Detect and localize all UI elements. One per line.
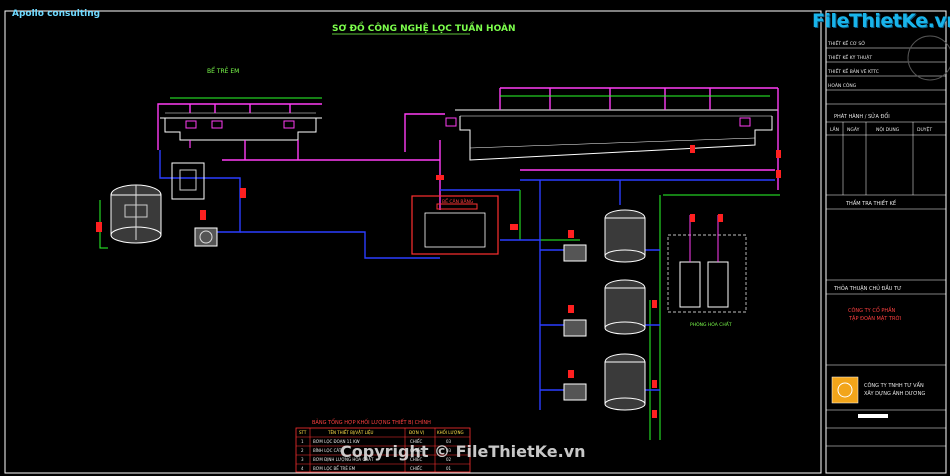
diagram-svg: Apollo consulting SƠ ĐỒ CÔNG NGHỆ LỌC TU… (4, 9, 950, 474)
brand-logo: FileThietKe.vn (812, 8, 950, 40)
tb-row-4: HOÀN CÔNG (828, 82, 857, 89)
tb-row-3: THIẾT KẾ BẢN VẼ KTTC (827, 67, 879, 75)
brand-logo-text: FileThietKe.vn (812, 10, 950, 32)
tb-col-duyet: DUYỆT (917, 125, 932, 133)
table-cell: 01 (446, 466, 452, 471)
title-block: THIẾT KẾ CƠ SỞ THIẾT KẾ KỸ THUẬT THIẾT K… (826, 39, 946, 447)
tb-review: THẨM TRA THIẾT KẾ (845, 199, 897, 207)
tb-col-ngay: NGÀY (847, 126, 860, 133)
return-pipes (159, 150, 775, 410)
consultant-logo (831, 376, 859, 404)
main-pumps (563, 244, 587, 401)
main-pool (445, 109, 778, 161)
tb-col-noidung: NỘI DUNG (876, 126, 900, 133)
valves (96, 145, 781, 418)
tb-investor-agreement: THỎA THUẬN CHỦ ĐẦU TƯ (833, 284, 901, 292)
tb-consultant-line1: CÔNG TY TNHH TƯ VẤN (864, 381, 924, 389)
table-cell: CHIẾC (410, 465, 423, 471)
table-cell: 2 (301, 448, 304, 453)
dosing-room: PHÒNG HÓA CHẤT (667, 215, 747, 328)
drawing-title: SƠ ĐỒ CÔNG NGHỆ LỌC TUẦN HOÀN (332, 21, 516, 34)
balance-tank-label: BỂ CÂN BẰNG (442, 197, 474, 205)
table-header-name: TÊN THIẾT BỊ/VẬT LIỆU (327, 429, 374, 435)
kids-pump (194, 227, 218, 247)
dosing-room-label: PHÒNG HÓA CHẤT (690, 320, 732, 328)
table-header-unit: ĐƠN VỊ (409, 430, 424, 435)
tb-row-1: THIẾT KẾ CƠ SỞ (827, 39, 865, 47)
table-cell: BƠM LỌC BỂ TRẺ EM (313, 466, 356, 471)
kids-sand-filter (110, 162, 205, 244)
tb-consultant-line2: XÂY DỰNG ÁNH DƯƠNG (864, 390, 925, 397)
compass-icon (907, 35, 950, 81)
balance-tank: BỂ CÂN BẰNG (411, 195, 499, 255)
sand-filters (604, 209, 646, 411)
tb-issue-header: PHÁT HÀNH / SỬA ĐỔI (834, 112, 890, 120)
table-title: BẢNG TỔNG HỢP KHỐI LƯỢNG THIẾT BỊ CHÍNH (312, 418, 431, 426)
table-header-stt: STT (299, 430, 307, 435)
table-cell: 1 (301, 439, 304, 444)
table-cell: 4 (301, 466, 304, 471)
company-name: Apollo consulting (12, 9, 100, 19)
tb-col-lan: LẦN (830, 125, 839, 133)
table-cell: BÌNH LỌC CÁT (313, 448, 342, 453)
cad-drawing-canvas: Apollo consulting SƠ ĐỒ CÔNG NGHỆ LỌC TU… (0, 0, 950, 476)
tb-row-2: THIẾT KẾ KỸ THUẬT (827, 53, 872, 61)
table-cell: 3 (301, 457, 304, 462)
table-header-qty: KHỐI LƯỢNG (437, 430, 464, 435)
kids-pool-label: BỂ TRẺ EM (207, 67, 239, 75)
copyright-watermark: Copyright © FileThietKe.vn (340, 442, 586, 461)
tb-investor-line2: TẬP ĐOÀN MẶT TRỜI (848, 315, 902, 322)
tb-investor-line1: CÔNG TY CỔ PHẦN (848, 306, 896, 314)
